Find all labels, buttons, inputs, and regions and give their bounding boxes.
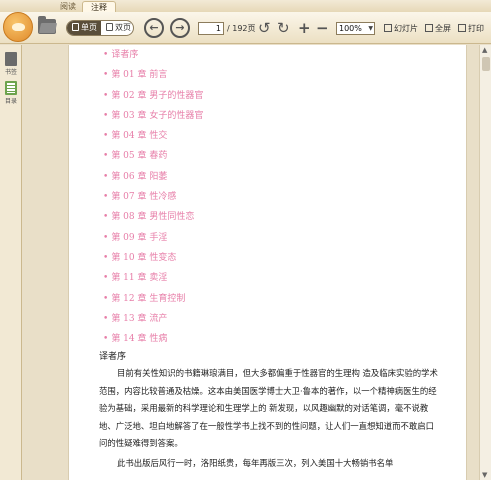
tab-read[interactable]: 阅读 xyxy=(52,1,84,12)
toc-link[interactable]: • 第 13 章 流产 xyxy=(103,311,203,331)
double-page-button[interactable]: 双页 xyxy=(101,21,133,35)
scroll-down-icon[interactable]: ▼ xyxy=(482,471,487,479)
minus-icon[interactable]: − xyxy=(316,20,329,36)
next-page-button[interactable]: → xyxy=(170,18,190,38)
zoom-value: 100% xyxy=(339,24,362,33)
print-icon xyxy=(458,24,466,32)
print-button[interactable]: 打印 xyxy=(458,23,484,34)
toc-link[interactable]: • 第 10 章 性变态 xyxy=(103,250,203,270)
rotate-right-icon[interactable]: ↻ xyxy=(277,20,290,36)
toc-link[interactable]: • 第 05 章 春药 xyxy=(103,148,203,168)
toc-link[interactable]: • 第 11 章 卖淫 xyxy=(103,270,203,290)
single-page-icon xyxy=(72,23,79,31)
toc-link[interactable]: • 第 07 章 性冷感 xyxy=(103,189,203,209)
scroll-up-icon[interactable]: ▲ xyxy=(482,46,487,54)
slideshow-icon xyxy=(384,24,392,32)
arrow-right-icon: → xyxy=(175,21,185,34)
sidebar-item-label: 目录 xyxy=(4,98,17,105)
sidebar-item-label: 书签 xyxy=(4,69,17,76)
fullscreen-label: 全屏 xyxy=(435,24,451,33)
double-page-label: 双页 xyxy=(115,23,131,32)
zoom-select[interactable]: 100% ▼ xyxy=(336,22,375,35)
bookmark-icon xyxy=(5,52,17,66)
single-page-label: 单页 xyxy=(81,23,97,32)
scrollbar-thumb[interactable] xyxy=(482,57,490,71)
chevron-down-icon: ▼ xyxy=(368,25,373,32)
slideshow-button[interactable]: 幻灯片 xyxy=(384,23,418,34)
sidebar-item-toc[interactable]: 目录 xyxy=(2,81,20,105)
toc-link[interactable]: • 第 12 章 生育控制 xyxy=(103,291,203,311)
view-mode-toggle: 单页 双页 xyxy=(66,20,134,36)
toc-link[interactable]: • 第 04 章 性交 xyxy=(103,128,203,148)
prev-page-button[interactable]: ← xyxy=(144,18,164,38)
sidebar: 书签 目录 xyxy=(0,45,22,480)
double-page-icon xyxy=(106,23,113,31)
section-title: 译者序 xyxy=(99,352,127,362)
toc-link[interactable]: • 第 09 章 手淫 xyxy=(103,230,203,250)
toc-link[interactable]: • 第 06 章 阳萎 xyxy=(103,169,203,189)
paragraph: 此书出版后风行一时，洛阳纸贵，每年再版三次，列入美国十大畅销书名单 xyxy=(117,458,394,468)
document-area: • 译者序 • 第 01 章 前言 • 第 02 章 男子的性器官 • 第 03 章 女… xyxy=(23,45,479,480)
toc-list: • 译者序 • 第 01 章 前言 • 第 02 章 男子的性器官 • 第 03 章 女… xyxy=(103,47,203,351)
open-folder-icon[interactable] xyxy=(38,16,56,34)
toc-link[interactable]: • 译者序 xyxy=(103,47,203,67)
toc-link[interactable]: • 第 01 章 前言 xyxy=(103,67,203,87)
tab-strip: 阅读 注释 xyxy=(0,0,491,12)
app-logo[interactable] xyxy=(3,12,33,42)
sidebar-item-bookmarks[interactable]: 书签 xyxy=(2,52,20,76)
single-page-button[interactable]: 单页 xyxy=(67,21,101,35)
toolbar: 单页 双页 ← → 1 / 192页 ↺ ↻ + − 100% ▼ 幻灯片 全屏… xyxy=(0,12,491,44)
slideshow-label: 幻灯片 xyxy=(394,24,418,33)
page-total: / 192页 xyxy=(227,24,256,33)
print-label: 打印 xyxy=(468,24,484,33)
arrow-left-icon: ← xyxy=(149,21,159,34)
paragraph: 目前有关性知识的书籍琳琅满目，但大多都偏重于性器官的生理构 造及临床实验的学术范… xyxy=(99,368,438,449)
tab-annotate[interactable]: 注释 xyxy=(82,1,116,12)
toc-icon xyxy=(5,81,17,95)
fullscreen-icon xyxy=(425,24,433,32)
plus-icon[interactable]: + xyxy=(298,20,311,36)
toc-link[interactable]: • 第 03 章 女子的性器官 xyxy=(103,108,203,128)
rotate-left-icon[interactable]: ↺ xyxy=(258,20,271,36)
toc-link[interactable]: • 第 08 章 男性同性恋 xyxy=(103,209,203,229)
vertical-scrollbar[interactable]: ▲ ▼ xyxy=(479,45,491,480)
document-page: • 译者序 • 第 01 章 前言 • 第 02 章 男子的性器官 • 第 03 章 女… xyxy=(68,45,467,480)
fullscreen-button[interactable]: 全屏 xyxy=(425,23,451,34)
toc-link[interactable]: • 第 02 章 男子的性器官 xyxy=(103,88,203,108)
page-number-input[interactable]: 1 xyxy=(198,22,224,35)
